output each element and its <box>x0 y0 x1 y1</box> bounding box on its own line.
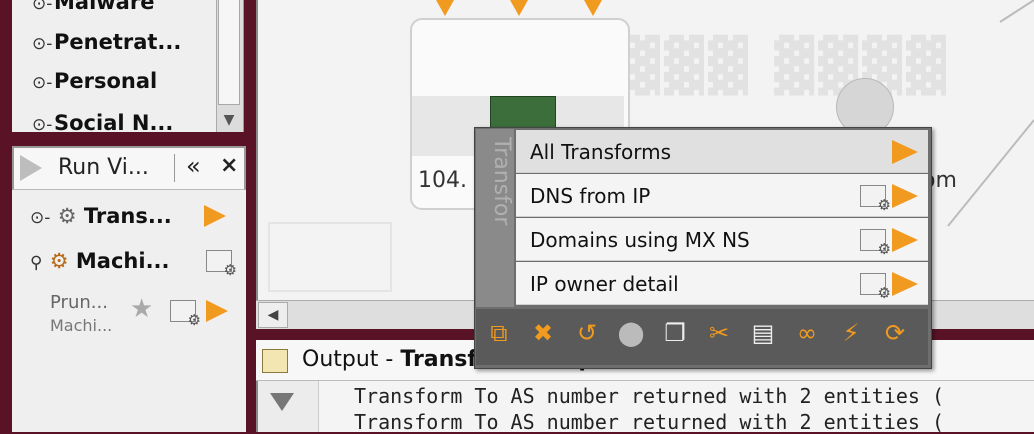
pruned-title: Prun... <box>50 292 108 313</box>
incoming-link-icon <box>510 0 528 16</box>
node-label: 104. <box>418 168 467 193</box>
run-view-header: Run Vi... « × <box>12 146 246 190</box>
incoming-link-icon <box>436 0 454 16</box>
palette-scroll-thumb[interactable] <box>218 0 240 105</box>
pin-icon: ⊙- <box>32 0 53 14</box>
watermark: ▓▓▓ ▓▓▓▓ <box>620 36 951 96</box>
run-arrow-icon[interactable] <box>892 228 918 252</box>
output-window-icon <box>262 349 288 373</box>
menu-item-all-transforms[interactable]: All Transforms <box>516 130 928 173</box>
output-sidebar <box>258 381 319 432</box>
logo-watermark <box>268 222 392 292</box>
star-icon[interactable]: ★ <box>130 294 153 324</box>
change-type-icon[interactable]: ↺ <box>570 316 604 350</box>
settings-doc-icon[interactable] <box>860 185 891 214</box>
merge-icon[interactable]: ⬤ <box>614 316 648 350</box>
menu-item-dns-from-ip[interactable]: DNS from IP <box>516 174 928 217</box>
minimize-icon[interactable]: « <box>186 152 201 180</box>
scroll-down-icon[interactable]: ▼ <box>216 108 242 132</box>
run-view-item-transforms[interactable]: ⊙- ⚙ Trans... <box>30 204 172 228</box>
settings-doc-icon[interactable] <box>860 229 891 258</box>
run-view-title: Run Vi... <box>58 155 149 180</box>
incoming-link-icon <box>584 0 602 16</box>
output-line: Transform To AS number returned with 2 e… <box>354 384 945 408</box>
palette-item-personal[interactable]: ⊙-Personal <box>32 69 157 93</box>
copy-icon[interactable]: ❐ <box>658 316 692 350</box>
run-view-item-machines[interactable]: ⚲ ⚙ Machi... <box>30 249 170 273</box>
filter-icon[interactable] <box>270 393 294 411</box>
pin-icon: ⊙- <box>32 34 53 54</box>
output-line: Transform To AS number returned with 2 e… <box>354 410 945 434</box>
paste-icon[interactable]: ▤ <box>746 316 780 350</box>
pruned-subtitle: Machi... <box>50 316 113 335</box>
palette-item-social[interactable]: ⊙-Social N... <box>32 111 173 135</box>
settings-doc-icon[interactable] <box>170 300 201 329</box>
entity-palette: ⊙-Malware ⊙-Penetrat... ⊙-Personal ⊙-Soc… <box>12 0 244 135</box>
scroll-left-icon[interactable]: ◀ <box>258 302 288 328</box>
machine-gear-icon: ⚙ <box>49 249 69 273</box>
run-arrow-icon[interactable] <box>892 272 918 296</box>
run-arrow-icon[interactable] <box>892 140 918 164</box>
pin-icon: ⊙- <box>30 208 51 228</box>
gear-icon: ⚙ <box>57 204 77 228</box>
menu-item-ip-owner-detail[interactable]: IP owner detail <box>516 262 928 305</box>
cut-icon[interactable]: ✂ <box>702 316 736 350</box>
delete-icon[interactable]: ✖ <box>526 316 560 350</box>
transforms-tab-label: Transfor <box>489 137 514 226</box>
select-children-icon[interactable]: ⧉ <box>482 316 516 350</box>
pin-icon: ⚲ <box>30 253 43 273</box>
refresh-icon[interactable]: ⟳ <box>878 316 912 350</box>
settings-doc-icon[interactable] <box>206 250 237 279</box>
menu-item-domains-mx-ns[interactable]: Domains using MX NS <box>516 218 928 261</box>
divider <box>174 154 175 182</box>
settings-doc-icon[interactable] <box>860 273 891 302</box>
run-arrow-icon[interactable] <box>892 184 918 208</box>
run-arrow-icon[interactable] <box>206 300 228 322</box>
pin-icon: ⊙- <box>32 115 53 135</box>
palette-item-penetration[interactable]: ⊙-Penetrat... <box>32 30 181 54</box>
run-arrow-icon[interactable] <box>204 205 226 227</box>
play-icon <box>20 155 42 181</box>
palette-item-malware[interactable]: ⊙-Malware <box>32 0 154 14</box>
pin-icon: ⊙- <box>32 73 53 93</box>
link-icon[interactable]: ∞ <box>790 316 824 350</box>
link-lines <box>947 0 1034 227</box>
close-icon[interactable]: × <box>220 153 238 178</box>
run-transform-icon[interactable]: ⚡ <box>834 316 868 350</box>
